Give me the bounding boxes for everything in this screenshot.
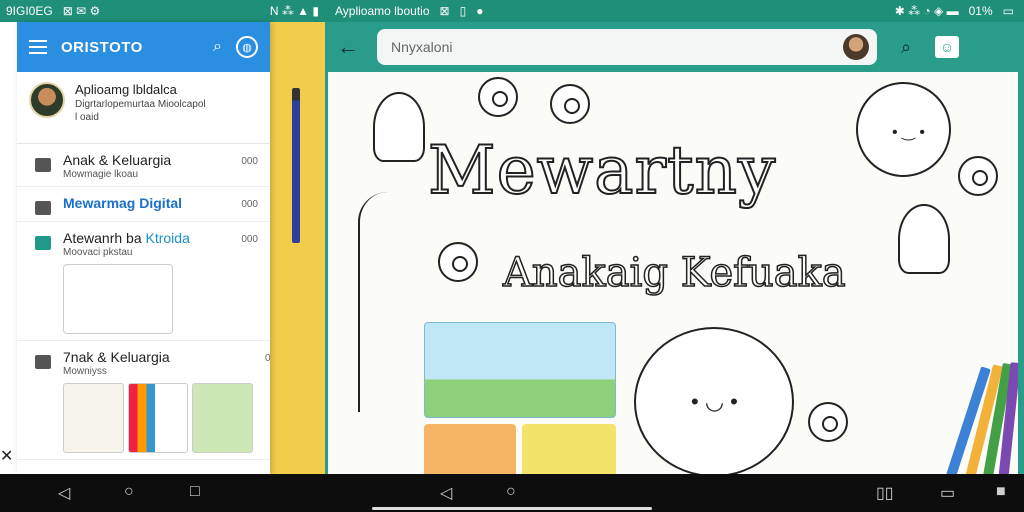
profile-name: Aplioamg lbldalca bbox=[75, 82, 177, 97]
profile-meta: l oaid bbox=[75, 112, 99, 123]
drawer-item-mewarnai-digital[interactable]: Mewarmag Digital 000 bbox=[17, 187, 270, 222]
drawer-item-kreativitas[interactable]: Atewanrh ba Ktroida Moovaci pkstau 000 bbox=[17, 222, 270, 341]
home-nav-icon-2[interactable]: ○ bbox=[506, 483, 516, 501]
orange-card[interactable] bbox=[424, 424, 516, 474]
back-nav-icon-2[interactable]: ◁ bbox=[440, 483, 452, 503]
close-icon[interactable]: ⊠ bbox=[440, 4, 450, 18]
status-bar-left: 9IGI0EG ⊠ ✉ ⚙ N ⁂ ▲ ▮ bbox=[0, 0, 325, 22]
avatar[interactable] bbox=[29, 82, 65, 118]
system-nav-bar: ◁ ○ □ ◁ ○ ▯▯ ▭ ■ bbox=[0, 474, 1024, 512]
home-nav-icon[interactable]: ○ bbox=[124, 483, 134, 501]
drawer-item-sub: Moovaci pkstau bbox=[63, 247, 133, 258]
flower-illustration bbox=[808, 402, 848, 442]
drawer-item-count: 000 bbox=[241, 156, 258, 167]
drawer-item-count: 000 bbox=[241, 234, 258, 245]
drawer-item-label: Mewarmag Digital bbox=[63, 195, 183, 211]
battery-percent: 01% bbox=[968, 4, 993, 18]
stop-icon[interactable]: ■ bbox=[996, 483, 1006, 501]
drawer-header: ORISTOTO ⌕ ◍ bbox=[17, 22, 270, 72]
drawer-item-count: 000 bbox=[241, 199, 258, 210]
palette-icon bbox=[35, 201, 51, 215]
thumbnail[interactable] bbox=[63, 383, 124, 453]
drawer-title: ORISTOTO bbox=[61, 38, 143, 56]
thumbnail[interactable] bbox=[192, 383, 254, 453]
folder-icon bbox=[35, 158, 51, 172]
page-subtitle-art: Anakaig Kefuaka bbox=[502, 249, 846, 297]
recents-nav-icon[interactable]: □ bbox=[190, 483, 200, 501]
coloring-thumbnail[interactable] bbox=[63, 264, 173, 334]
yellow-card[interactable] bbox=[522, 424, 616, 474]
drawer-item-label: Anak & Keluargia bbox=[63, 152, 172, 168]
lightbulb-illustration bbox=[898, 204, 950, 274]
navigation-drawer: ORISTOTO ⌕ ◍ Aplioamg lbldalca Digrtarlo… bbox=[17, 22, 270, 474]
close-x-icon[interactable]: ✕ bbox=[0, 446, 16, 465]
dot-icon: ● bbox=[476, 4, 484, 18]
left-edge bbox=[0, 22, 18, 474]
search-bar[interactable]: Nnyxaloni bbox=[377, 29, 877, 65]
flower-illustration bbox=[958, 156, 998, 196]
vine-illustration bbox=[358, 192, 388, 412]
drawer-item-sub: Mowniyss bbox=[63, 366, 107, 377]
search-input[interactable]: Nnyxaloni bbox=[391, 39, 843, 55]
profile-section[interactable]: Aplioamg lbldalca Digrtarlopemurtaa Mioo… bbox=[17, 72, 270, 144]
lightbulb-illustration bbox=[373, 92, 425, 162]
flower-illustration bbox=[438, 242, 478, 282]
scene-card[interactable] bbox=[424, 322, 616, 418]
drawer-item-anak-keluarga[interactable]: Anak & Keluargia Mowmagie lkoau 000 bbox=[17, 144, 270, 187]
drawer-item-anak-keluarga-2[interactable]: 7nak & Keluargia Mowniyss 000 bbox=[17, 341, 270, 460]
home-icon bbox=[35, 236, 51, 250]
status-time: 9IGI0EG bbox=[6, 4, 53, 18]
flower-illustration bbox=[550, 84, 590, 124]
system-icons: ✱ ⁂ ◔ ◈ ▬ bbox=[894, 4, 959, 18]
pencil-illustration bbox=[292, 88, 300, 243]
character-illustration: • ◡ • bbox=[634, 327, 794, 474]
menu-icon[interactable] bbox=[29, 40, 47, 54]
profile-subtitle: Digrtarlopemurtaa Mioolcapol bbox=[75, 99, 206, 110]
thumbnail-strip[interactable] bbox=[63, 383, 254, 453]
coloring-page[interactable]: • ‿ • Mewartny Anakaig Kefuaka • ◡ • bbox=[325, 72, 1024, 474]
signal-icons: N ⁂ ▲ ▮ bbox=[269, 4, 319, 18]
thumbnail[interactable] bbox=[127, 383, 189, 453]
flower-illustration bbox=[478, 77, 518, 117]
folder-icon bbox=[35, 355, 51, 369]
gesture-pill[interactable] bbox=[372, 507, 652, 510]
clipboard-icon: ▯ bbox=[459, 4, 467, 18]
search-icon[interactable]: ⌕ bbox=[213, 38, 222, 56]
notification-icons: ⊠ ✉ ⚙ bbox=[62, 4, 101, 18]
drawer-item-sub: Mowmagie lkoau bbox=[63, 169, 139, 180]
back-nav-icon[interactable]: ◁ bbox=[58, 483, 70, 503]
window-title: Ayplioamo lboutio bbox=[335, 4, 430, 18]
user-avatar[interactable] bbox=[843, 34, 869, 60]
back-arrow-icon[interactable]: ← bbox=[337, 34, 363, 60]
status-bar-right: Ayplioamo lboutio ⊠ ▯ ● ✱ ⁂ ◔ ◈ ▬ 01% ▭ bbox=[325, 0, 1024, 22]
drawer-item-count: 000 bbox=[265, 353, 270, 364]
drawer-item-label: Atewanrh ba Ktroida bbox=[63, 230, 190, 246]
page-title-art: Mewartny bbox=[427, 131, 777, 210]
app-toolbar: ← Nnyxaloni ⌕ ☺ bbox=[325, 22, 1024, 72]
colored-pencils-illustration bbox=[924, 362, 1018, 474]
window-icon[interactable]: ▭ bbox=[940, 483, 955, 503]
split-screen-icon[interactable]: ▯▯ bbox=[876, 483, 894, 503]
drawer-item-label: 7nak & Keluargia bbox=[63, 349, 170, 365]
search-icon[interactable]: ⌕ bbox=[891, 37, 921, 58]
battery-icon: ▭ bbox=[1002, 4, 1014, 18]
account-icon[interactable]: ☺ bbox=[935, 36, 959, 58]
globe-icon[interactable]: ◍ bbox=[236, 36, 258, 58]
sun-illustration: • ‿ • bbox=[856, 82, 951, 177]
